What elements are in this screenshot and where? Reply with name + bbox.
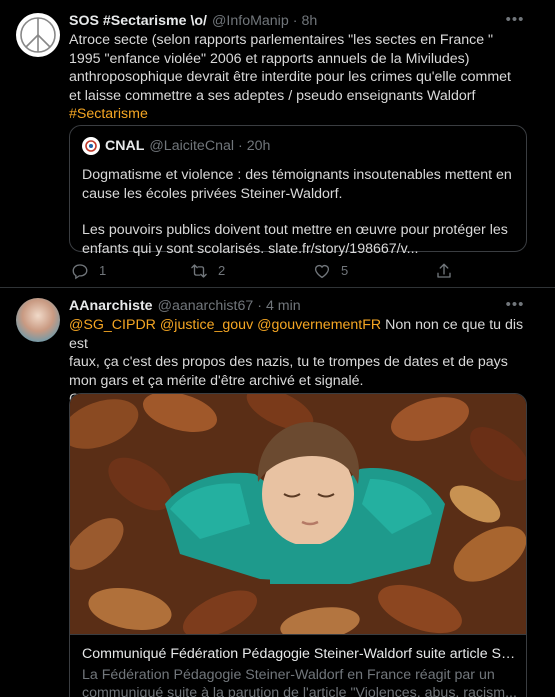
reply-button[interactable]: 1 [71, 262, 106, 281]
quote-text-line: Dogmatisme et violence : des témoignants… [82, 167, 512, 183]
timestamp[interactable]: 8h [301, 12, 317, 31]
peace-icon [20, 17, 56, 53]
retweet-count: 2 [218, 263, 226, 278]
avatar[interactable] [16, 13, 60, 57]
more-icon[interactable]: ••• [503, 11, 527, 31]
separator-dot: · [257, 297, 262, 314]
display-name: CNAL [105, 137, 145, 154]
tweet-aanarchiste[interactable]: AAnarchiste @aanarchist67 · 4 min ••• @S… [0, 289, 555, 697]
display-name[interactable]: SOS #Sectarisme \o/ [69, 12, 207, 31]
tweet-header: SOS #Sectarisme \o/ @InfoManip · 8h [69, 11, 527, 31]
like-count: 5 [341, 263, 349, 278]
more-icon[interactable]: ••• [503, 296, 527, 316]
tweet-actions: 1 2 5 [69, 262, 489, 280]
card-description: La Fédération Pédagogie Steiner-Waldorf … [82, 666, 516, 697]
retweet-icon [191, 264, 207, 278]
user-handle[interactable]: @aanarchist67 [158, 297, 254, 316]
card-title: Communiqué Fédération Pédagogie Steiner-… [82, 646, 516, 662]
reply-icon [72, 264, 88, 280]
share-icon [437, 263, 451, 278]
tweet-text-line: anthroposophique devrait être interdite … [69, 69, 511, 86]
timestamp[interactable]: 4 min [266, 297, 301, 316]
display-name[interactable]: AAnarchiste [69, 297, 153, 316]
quote-text-line: Les pouvoirs publics doivent tout mettre… [82, 222, 508, 239]
like-icon [314, 265, 330, 279]
user-handle[interactable]: @InfoManip [212, 12, 289, 31]
tweet-header: AAnarchiste @aanarchist67 · 4 min [69, 296, 527, 316]
retweet-button[interactable]: 2 [190, 262, 225, 281]
quote-text-line: cause les écoles privées Steiner-Waldorf… [82, 185, 343, 202]
card-image [70, 394, 526, 634]
avatar[interactable] [16, 298, 60, 342]
tweet-sos-sectarisme[interactable]: SOS #Sectarisme \o/ @InfoManip · 8h ••• … [0, 0, 555, 288]
like-button[interactable]: 5 [313, 262, 348, 281]
mention-link[interactable]: @gouvernementFR [257, 317, 381, 333]
separator-dot: · [238, 137, 243, 154]
timestamp: 20h [246, 137, 271, 154]
quoted-tweet-header: CNAL @LaiciteCnal · 20h [82, 136, 514, 156]
hashtag-link[interactable]: #Sectarisme [69, 106, 148, 122]
link-card[interactable]: Communiqué Fédération Pédagogie Steiner-… [69, 393, 527, 697]
card-body: Communiqué Fédération Pédagogie Steiner-… [70, 634, 526, 697]
tweet-text-line: et laisse commettre a ses adeptes / pseu… [69, 87, 476, 104]
tweet-text-line: Atroce secte (selon rapports parlementai… [69, 32, 494, 48]
mention-link[interactable]: @SG_CIPDR [69, 317, 156, 333]
tweet-text-line: faux, ça c'est des propos des nazis, tu … [69, 354, 508, 371]
avatar [82, 137, 100, 155]
mention-link[interactable]: @justice_gouv [160, 317, 253, 333]
tweet-text-line: mon gars et ça mérite d'être archivé et … [69, 372, 364, 389]
share-button[interactable] [435, 262, 453, 280]
card-desc-line: communiqué suite à la parution de l'arti… [82, 685, 516, 697]
quoted-tweet-text: Dogmatisme et violence : des témoignants… [82, 166, 514, 258]
card-desc-line: La Fédération Pédagogie Steiner-Waldorf … [82, 666, 495, 683]
cnal-logo-icon [85, 140, 97, 152]
tweet-content: SOS #Sectarisme \o/ @InfoManip · 8h ••• … [69, 11, 527, 124]
user-handle: @LaiciteCnal [149, 137, 234, 154]
reply-count: 1 [99, 263, 107, 278]
quoted-tweet[interactable]: CNAL @LaiciteCnal · 20h Dogmatisme et vi… [69, 125, 527, 257]
tweet-text: Atroce secte (selon rapports parlementai… [69, 31, 527, 124]
quote-text-line: enfants qui y sont scolarisés. slate.fr/… [82, 240, 419, 257]
tweet-text-line: 1995 "enfance violée" 2006 et rapports a… [69, 50, 470, 67]
separator-dot: · [292, 12, 298, 29]
